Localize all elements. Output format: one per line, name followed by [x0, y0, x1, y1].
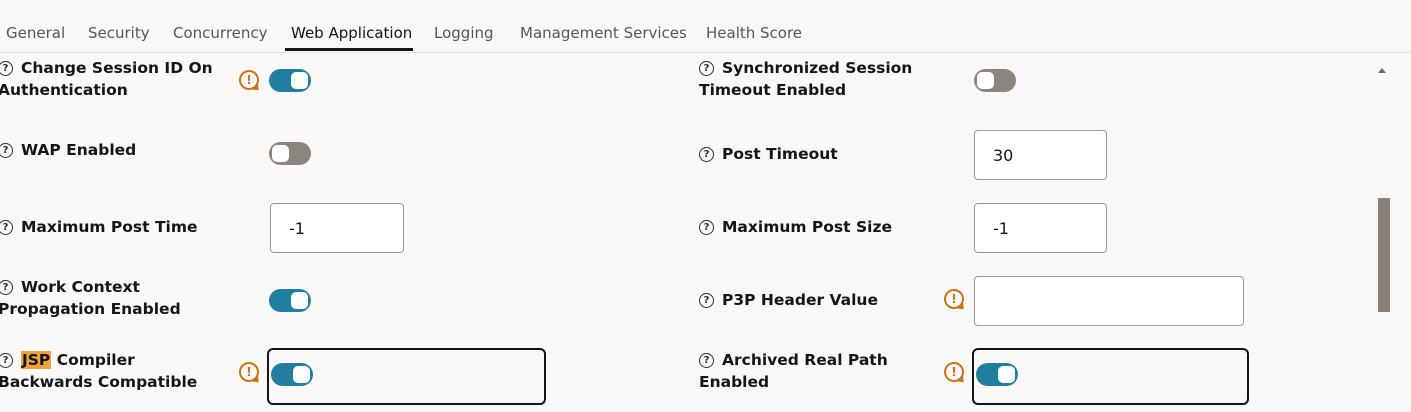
help-icon[interactable]: ?: [699, 293, 714, 308]
toggle-knob: [977, 72, 994, 89]
jsp-compiler-line2: Backwards Compatible: [0, 373, 198, 391]
post-timeout-text: Post Timeout: [722, 145, 838, 163]
sync-session-timeout-line2: Timeout Enabled: [699, 81, 847, 99]
warning-icon[interactable]: !: [944, 362, 964, 382]
help-icon[interactable]: ?: [0, 220, 13, 235]
help-icon[interactable]: ?: [699, 147, 714, 162]
sync-session-timeout-toggle[interactable]: [974, 69, 1016, 92]
toggle-knob: [291, 72, 308, 89]
tab-bar: General Security Concurrency Web Applica…: [0, 0, 1411, 53]
p3p-header-input[interactable]: [974, 276, 1244, 326]
max-post-size-label: ? Maximum Post Size: [699, 216, 892, 238]
work-context-line1: Work Context: [21, 278, 140, 296]
archived-real-path-line2: Enabled: [699, 373, 770, 391]
toggle-knob: [998, 366, 1015, 383]
max-post-time-label: ? Maximum Post Time: [0, 216, 198, 238]
wap-enabled-label: ? WAP Enabled: [0, 139, 136, 161]
post-timeout-input[interactable]: [974, 130, 1107, 180]
scroll-up-arrow-icon[interactable]: [1378, 68, 1386, 73]
jsp-compiler-label: ? JSP Compiler Backwards Compatible: [0, 349, 197, 393]
sync-session-timeout-label: ? Synchronized Session Timeout Enabled: [699, 57, 912, 101]
tab-health-score[interactable]: Health Score: [706, 22, 802, 44]
work-context-toggle[interactable]: [269, 289, 311, 312]
change-session-id-toggle[interactable]: [269, 69, 311, 92]
wap-enabled-toggle[interactable]: [269, 142, 311, 165]
jsp-compiler-line1: Compiler: [51, 351, 135, 369]
sync-session-timeout-line1: Synchronized Session: [722, 59, 913, 77]
search-highlight: JSP: [21, 351, 52, 369]
scrollbar-thumb[interactable]: [1378, 198, 1390, 312]
work-context-label: ? Work Context Propagation Enabled: [0, 276, 181, 320]
change-session-id-label: ? Change Session ID On Authentication: [0, 57, 213, 101]
max-post-time-text: Maximum Post Time: [21, 218, 198, 236]
work-context-line2: Propagation Enabled: [0, 300, 181, 318]
help-icon[interactable]: ?: [699, 61, 714, 76]
toggle-knob: [293, 366, 310, 383]
warning-icon[interactable]: !: [239, 362, 259, 382]
help-icon[interactable]: ?: [0, 61, 13, 76]
help-icon[interactable]: ?: [0, 353, 13, 368]
active-tab-indicator: [285, 48, 413, 51]
tab-concurrency[interactable]: Concurrency: [173, 22, 268, 44]
change-session-id-line1: Change Session ID On: [21, 59, 213, 77]
warning-icon[interactable]: !: [239, 70, 259, 90]
post-timeout-label: ? Post Timeout: [699, 143, 838, 165]
max-post-size-text: Maximum Post Size: [722, 218, 892, 236]
wap-enabled-text: WAP Enabled: [21, 141, 137, 159]
tab-security[interactable]: Security: [88, 22, 150, 44]
tab-web-application[interactable]: Web Application: [291, 22, 412, 44]
web-application-form: ? Change Session ID On Authentication ! ?…: [0, 53, 1370, 412]
p3p-header-label: ? P3P Header Value: [699, 289, 878, 311]
toggle-knob: [291, 292, 308, 309]
help-icon[interactable]: ?: [0, 280, 13, 295]
change-session-id-line2: Authentication: [0, 81, 128, 99]
archived-real-path-label: ? Archived Real Path Enabled: [699, 349, 888, 393]
help-icon[interactable]: ?: [699, 220, 714, 235]
jsp-compiler-toggle[interactable]: [271, 363, 313, 386]
toggle-knob: [272, 145, 289, 162]
tab-logging[interactable]: Logging: [434, 22, 494, 44]
max-post-time-input[interactable]: [270, 203, 404, 253]
warning-icon[interactable]: !: [944, 289, 964, 309]
p3p-header-text: P3P Header Value: [722, 291, 878, 309]
help-icon[interactable]: ?: [699, 353, 714, 368]
max-post-size-input[interactable]: [974, 203, 1107, 253]
tab-general[interactable]: General: [6, 22, 65, 44]
archived-real-path-line1: Archived Real Path: [722, 351, 888, 369]
tab-management-services[interactable]: Management Services: [520, 22, 687, 44]
help-icon[interactable]: ?: [0, 143, 13, 158]
archived-real-path-toggle[interactable]: [976, 363, 1018, 386]
